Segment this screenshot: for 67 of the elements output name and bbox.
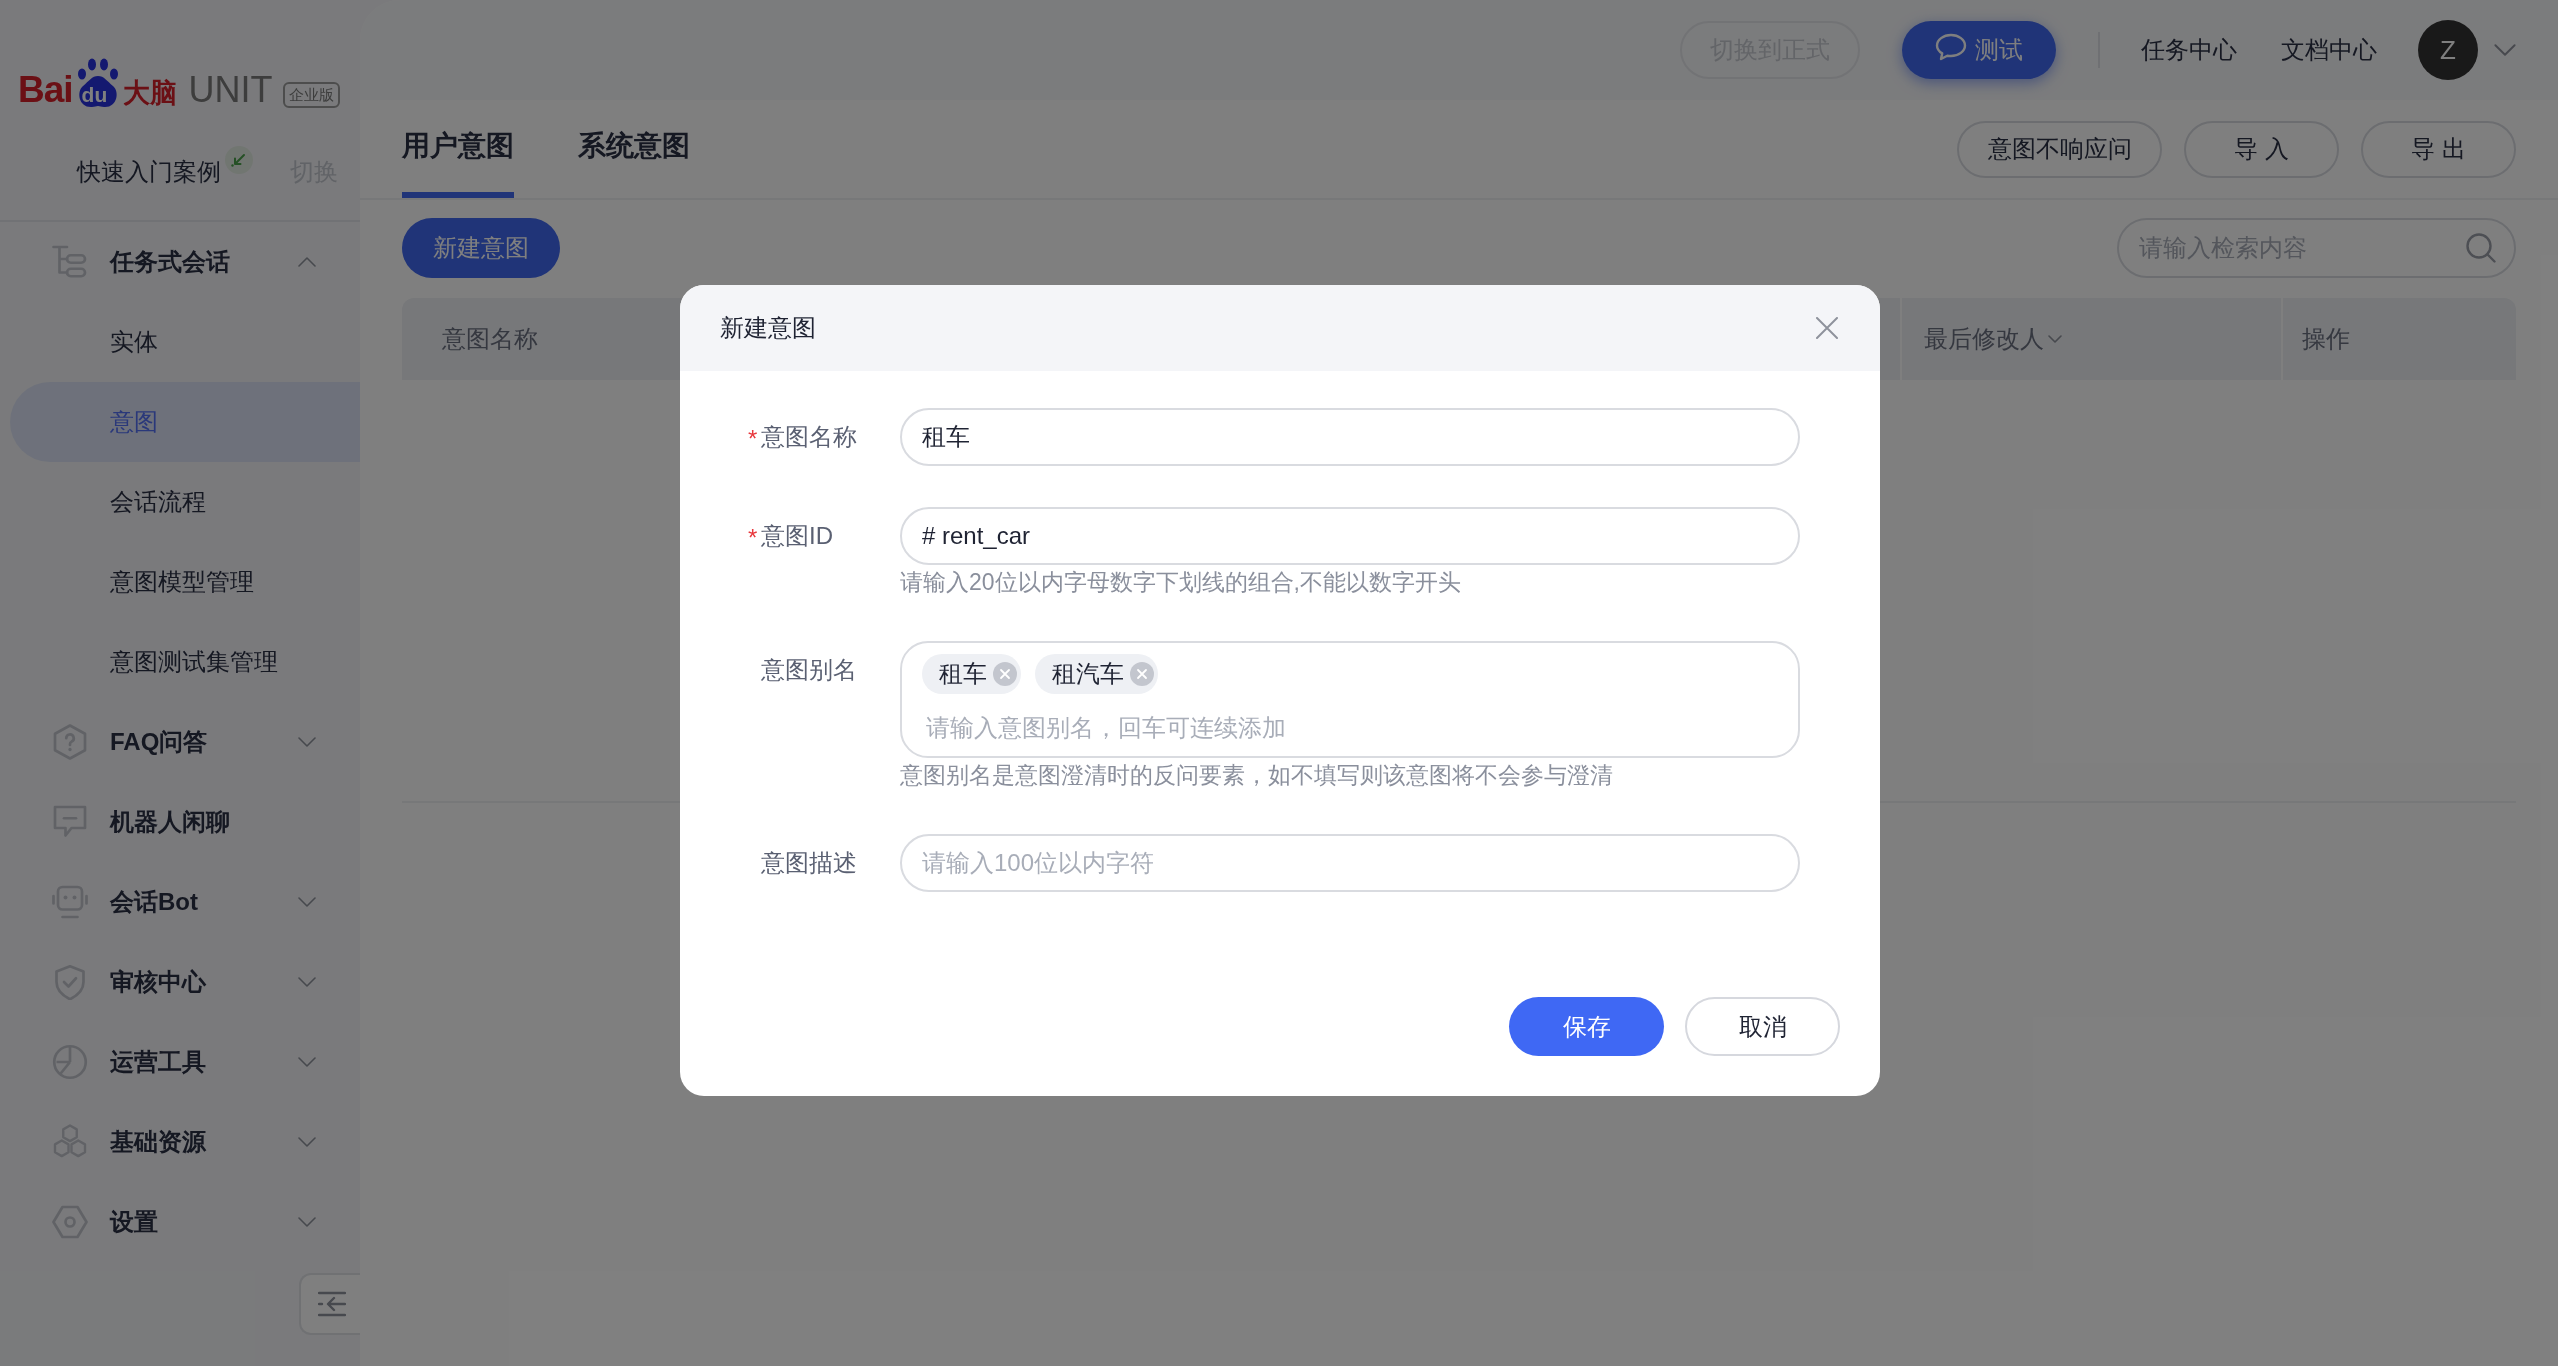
sidebar-item[interactable]: 实体 xyxy=(10,302,360,382)
sidebar-item[interactable]: 意图模型管理 xyxy=(10,542,360,622)
column-header[interactable]: 最后修改人 xyxy=(1924,321,2062,357)
field-hint: 意图别名是意图澄清时的反问要素，如不填写则该意图将不会参与澄清 xyxy=(900,761,1614,790)
action-button[interactable]: 意图不响应问 xyxy=(1957,120,2162,178)
new-intent-button[interactable]: 新建意图 xyxy=(402,218,560,278)
close-button[interactable] xyxy=(1816,317,1838,339)
sidebar-item[interactable]: 审核中心 xyxy=(10,942,360,1022)
help-icon xyxy=(52,724,88,760)
collapse-sidebar-icon xyxy=(318,1291,346,1317)
product-name: UNIT xyxy=(188,72,273,108)
logo-text: 大脑 xyxy=(122,80,177,107)
field-label: 意图别名 xyxy=(761,655,857,685)
alias-input[interactable]: 请输入意图别名，回车可连续添加 xyxy=(922,708,1778,748)
sidebar-item[interactable]: 意图 xyxy=(10,382,360,462)
user-avatar[interactable]: Z xyxy=(2418,20,2478,80)
required-mark: * xyxy=(748,523,758,553)
chevron-down-icon xyxy=(2494,44,2516,56)
remove-icon[interactable] xyxy=(1130,662,1154,686)
nav-link[interactable]: 任务中心 xyxy=(2141,32,2237,68)
edition-label: 企业版 xyxy=(282,82,340,108)
sidebar-item[interactable]: 任务式会话 xyxy=(10,222,360,302)
dialog-title: 新建意图 xyxy=(720,313,816,343)
robot-icon xyxy=(52,884,88,920)
field-label: 意图名称 xyxy=(761,422,857,452)
cancel-button[interactable]: 取消 xyxy=(1685,997,1840,1056)
column-header: 意图名称 xyxy=(442,324,538,354)
shield-check-icon xyxy=(52,964,88,1000)
sidebar-item[interactable]: FAQ问答 xyxy=(10,702,360,782)
remove-icon[interactable] xyxy=(993,662,1017,686)
sidebar-item[interactable]: 会话Bot xyxy=(10,862,360,942)
nav-link[interactable]: 文档中心 xyxy=(2281,32,2377,68)
sidebar-item[interactable]: 基础资源 xyxy=(10,1102,360,1182)
hexagons-icon xyxy=(52,1124,88,1160)
field-label: 意图描述 xyxy=(761,848,857,878)
action-button[interactable]: 导 入 xyxy=(2184,120,2339,178)
sidebar-item[interactable]: 会话流程 xyxy=(10,462,360,542)
hierarchy-icon xyxy=(52,244,88,280)
sidebar-item[interactable]: 设置 xyxy=(10,1182,360,1262)
chat-bubble-icon xyxy=(1935,33,1967,61)
sidebar-item[interactable]: 意图测试集管理 xyxy=(10,622,360,702)
alias-tag[interactable]: 租车 xyxy=(922,654,1021,694)
close-icon xyxy=(1816,317,1838,339)
search-icon xyxy=(2466,233,2496,263)
required-mark: * xyxy=(748,424,758,454)
text-field[interactable]: 租车 xyxy=(900,408,1800,466)
chat-box-icon xyxy=(52,804,88,840)
tab[interactable]: 用户意图 xyxy=(402,100,514,198)
project-name: 快速入门案例 xyxy=(77,157,221,187)
field-hint: 请输入20位以内字母数字下划线的组合,不能以数字开头 xyxy=(900,568,1462,597)
alias-tag-field[interactable]: 租车 租汽车 请输入意图别名，回车可连续添加 xyxy=(900,641,1800,758)
tab[interactable]: 系统意图 xyxy=(578,100,690,198)
save-button[interactable]: 保存 xyxy=(1509,997,1664,1056)
test-button[interactable]: 测试 xyxy=(1902,21,2056,79)
logo-text: Bai xyxy=(18,71,73,108)
settings-icon xyxy=(52,1204,88,1240)
text-field[interactable]: 请输入100位以内字符 xyxy=(900,834,1800,892)
logo-text: du xyxy=(81,84,108,105)
column-header: 操作 xyxy=(2302,324,2350,354)
text-field[interactable]: # rent_car xyxy=(900,507,1800,565)
action-button[interactable]: 导 出 xyxy=(2361,120,2516,178)
pie-chart-icon xyxy=(52,1044,88,1080)
sidebar-item[interactable]: 运营工具 xyxy=(10,1022,360,1102)
alias-tag[interactable]: 租汽车 xyxy=(1035,654,1158,694)
sidebar-item[interactable]: 机器人闲聊 xyxy=(10,782,360,862)
collapse-button[interactable] xyxy=(299,1273,363,1335)
field-label: 意图ID xyxy=(761,521,833,551)
